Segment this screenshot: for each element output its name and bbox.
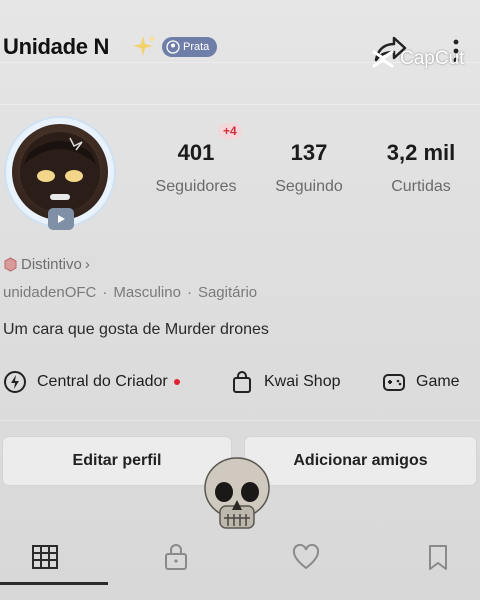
creator-center-label: Central do Criador bbox=[37, 373, 168, 390]
avatar-image bbox=[12, 124, 108, 220]
sparkle-icon bbox=[133, 35, 156, 56]
following-label: Seguindo bbox=[275, 178, 343, 195]
skull-sticker-icon bbox=[204, 457, 270, 529]
creator-center-shortcut[interactable]: Central do Criador bbox=[3, 368, 180, 396]
active-tab-indicator bbox=[0, 582, 108, 585]
following-count: 137 bbox=[290, 140, 328, 165]
hexagon-badge-icon bbox=[4, 257, 17, 272]
likes-label: Curtidas bbox=[391, 178, 451, 195]
followers-label: Seguidores bbox=[155, 178, 237, 195]
profile-tab-bar bbox=[0, 528, 480, 590]
add-friends-button[interactable]: Adicionar amigos bbox=[245, 437, 476, 485]
shopping-bag-icon bbox=[233, 371, 251, 393]
capcut-text: CapCut bbox=[400, 48, 465, 69]
profile-screen: Unidade N Prata CapCut +4 401 Seguidores… bbox=[0, 0, 480, 600]
lightning-icon bbox=[4, 371, 26, 393]
profile-header: Unidade N Prata CapCut bbox=[0, 28, 480, 70]
followers-stat[interactable]: 401 Seguidores bbox=[148, 140, 244, 196]
rank-badge[interactable]: Prata bbox=[162, 37, 218, 57]
game-label: Game bbox=[416, 373, 460, 390]
distintivo-link[interactable]: Distintivo › bbox=[3, 256, 90, 273]
chevron-right-icon: › bbox=[84, 256, 90, 273]
distintivo-label: Distintivo bbox=[21, 256, 82, 273]
game-shortcut[interactable]: Game bbox=[382, 368, 460, 396]
username-title: Unidade N bbox=[3, 34, 110, 59]
gamepad-icon bbox=[383, 374, 405, 391]
bookmark-icon[interactable] bbox=[423, 542, 453, 572]
badge-label: Prata bbox=[183, 41, 210, 53]
lock-icon[interactable] bbox=[161, 542, 191, 572]
profile-sign: Sagitário bbox=[197, 284, 258, 301]
kwai-shop-shortcut[interactable]: Kwai Shop bbox=[230, 368, 341, 396]
grid-icon[interactable] bbox=[30, 542, 60, 572]
profile-gender: Masculino bbox=[113, 284, 181, 301]
followers-delta-badge: +4 bbox=[218, 123, 242, 139]
avatar[interactable] bbox=[2, 112, 118, 238]
separator-dot: · bbox=[186, 284, 192, 301]
profile-bio: Um cara que gosta de Murder drones bbox=[3, 321, 269, 338]
likes-stat[interactable]: 3,2 mil Curtidas bbox=[378, 140, 464, 196]
notification-dot bbox=[173, 379, 180, 385]
likes-count: 3,2 mil bbox=[386, 140, 456, 165]
profile-handle: unidadenOFC bbox=[3, 284, 97, 301]
badge-icon bbox=[166, 40, 180, 54]
kwai-shop-label: Kwai Shop bbox=[264, 373, 341, 390]
separator-dot: · bbox=[102, 284, 108, 301]
play-icon bbox=[58, 215, 65, 223]
glitch-line bbox=[0, 420, 480, 421]
profile-meta: unidadenOFC · Masculino · Sagitário bbox=[3, 284, 257, 301]
glitch-line bbox=[0, 104, 480, 105]
capcut-watermark: CapCut bbox=[372, 48, 464, 70]
heart-icon[interactable] bbox=[291, 542, 321, 572]
followers-count: 401 bbox=[177, 140, 215, 165]
video-badge bbox=[48, 208, 74, 230]
capcut-logo-icon bbox=[372, 50, 394, 68]
avatar-character-icon bbox=[20, 132, 100, 212]
following-stat[interactable]: 137 Seguindo bbox=[266, 140, 352, 196]
